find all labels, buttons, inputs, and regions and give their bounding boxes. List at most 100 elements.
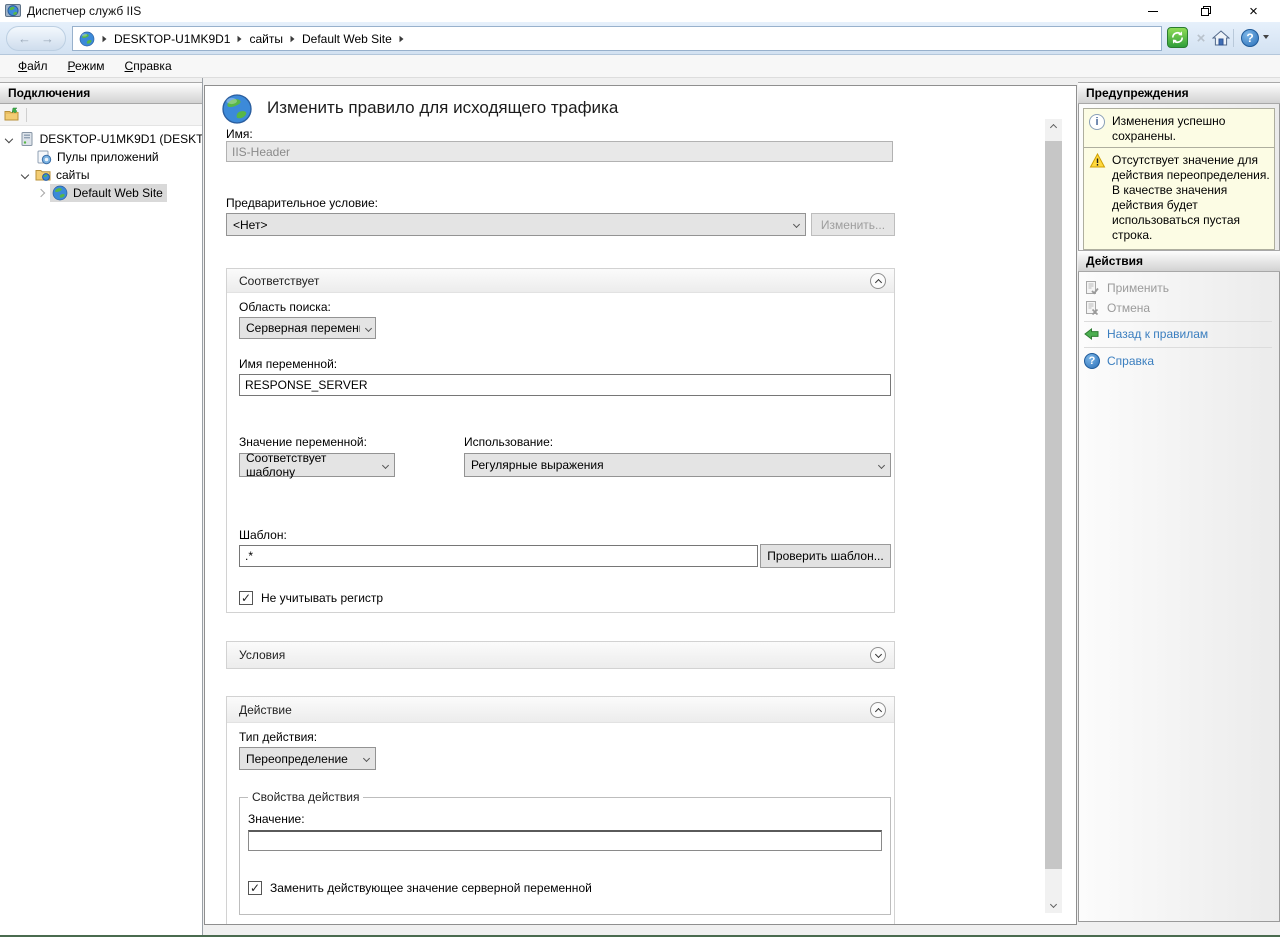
- forward-icon[interactable]: →: [41, 31, 54, 46]
- action-section: Действие Тип действия: Переопределение С…: [226, 696, 895, 925]
- action-type-value: Переопределение: [246, 752, 348, 766]
- application-pools-icon: [36, 149, 52, 165]
- edit-precondition-button: Изменить...: [811, 213, 895, 236]
- conditions-section-title: Условия: [239, 648, 285, 662]
- breadcrumb-sites[interactable]: сайты: [249, 32, 283, 46]
- scope-select[interactable]: Серверная переменн: [239, 317, 376, 339]
- ignore-case-label: Не учитывать регистр: [261, 591, 383, 605]
- close-icon: ×: [1249, 4, 1258, 19]
- pattern-label: Шаблон:: [239, 528, 287, 542]
- menu-help[interactable]: Справка: [115, 56, 182, 76]
- breadcrumb-site[interactable]: Default Web Site: [302, 32, 392, 46]
- address-bar[interactable]: DESKTOP-U1MK9D1 сайты Default Web Site: [72, 26, 1162, 51]
- right-panel: Предупреждения i Изменения успешно сохра…: [1078, 78, 1280, 935]
- action-properties-group: Свойства действия Значение: ✓ Заменить д…: [239, 797, 891, 915]
- help-icon: ?: [1241, 29, 1259, 47]
- chevron-down-icon: [363, 755, 370, 762]
- scroll-up-button[interactable]: [1045, 119, 1062, 136]
- match-section-header[interactable]: Соответствует: [227, 269, 894, 293]
- help-action[interactable]: ? Справка: [1084, 351, 1274, 370]
- page-title: Изменить правило для исходящего трафика: [267, 98, 618, 118]
- home-button[interactable]: [1210, 27, 1232, 49]
- tree-item-server[interactable]: DESKTOP-U1MK9D1 (DESKTOI: [0, 130, 202, 148]
- tree-item-sites[interactable]: сайты: [0, 166, 202, 184]
- server-icon: [19, 131, 35, 147]
- expand-button[interactable]: [870, 647, 886, 663]
- apply-icon: [1084, 280, 1100, 296]
- help-label: Справка: [1107, 354, 1154, 368]
- refresh-button[interactable]: [1167, 27, 1188, 48]
- collapse-button[interactable]: [870, 273, 886, 289]
- breadcrumb-arrow-icon[interactable]: [290, 35, 294, 41]
- breadcrumb-arrow-icon[interactable]: [399, 35, 403, 41]
- expander-expanded-icon[interactable]: [5, 135, 13, 143]
- title-bar: Диспетчер служб IIS ×: [0, 0, 1280, 22]
- back-icon[interactable]: ←: [18, 31, 31, 46]
- sites-folder-icon: [35, 167, 51, 183]
- site-globe-icon: [52, 185, 68, 201]
- scroll-down-button[interactable]: [1045, 896, 1062, 913]
- variable-name-input[interactable]: [239, 374, 891, 396]
- home-icon: [1212, 29, 1230, 47]
- restore-button[interactable]: [1183, 0, 1228, 22]
- app-icon: [5, 3, 21, 19]
- menu-file[interactable]: Файл: [8, 56, 58, 76]
- replace-value-checkbox[interactable]: ✓: [248, 881, 262, 895]
- breadcrumb-server[interactable]: DESKTOP-U1MK9D1: [114, 32, 230, 46]
- scope-label: Область поиска:: [239, 300, 331, 314]
- action-type-select[interactable]: Переопределение: [239, 747, 376, 770]
- action-section-header[interactable]: Действие: [227, 697, 894, 723]
- scrollbar-thumb[interactable]: [1045, 141, 1062, 869]
- precondition-select[interactable]: <Нет>: [226, 213, 806, 236]
- expander-expanded-icon[interactable]: [21, 171, 29, 179]
- tree-item-label: сайты: [56, 168, 90, 182]
- globe-icon: [79, 31, 95, 47]
- scope-value: Серверная переменн: [246, 321, 360, 335]
- help-button[interactable]: ?: [1239, 27, 1261, 49]
- using-value: Регулярные выражения: [471, 458, 604, 472]
- chevron-up-icon: [874, 707, 881, 714]
- tree-item-default-web-site[interactable]: Default Web Site: [0, 184, 202, 202]
- using-select[interactable]: Регулярные выражения: [464, 453, 891, 477]
- pattern-input[interactable]: [239, 545, 758, 567]
- connections-header: Подключения: [0, 82, 202, 104]
- action-section-title: Действие: [239, 703, 292, 717]
- edit-outbound-rule-panel: Изменить правило для исходящего трафика …: [204, 85, 1077, 925]
- chevron-up-icon: [874, 278, 881, 285]
- connections-sidebar: Подключения DESKTOP-U1MK9D1 (DESKTOI: [0, 78, 203, 935]
- stop-button: ×: [1190, 27, 1212, 49]
- name-label: Имя:: [226, 127, 253, 141]
- expander-collapsed-icon[interactable]: [37, 189, 45, 197]
- close-button[interactable]: ×: [1231, 0, 1276, 22]
- info-alert: i Изменения успешно сохранены.: [1083, 108, 1275, 151]
- back-to-rules-action[interactable]: Назад к правилам: [1084, 324, 1274, 343]
- info-alert-text: Изменения успешно сохранены.: [1112, 114, 1270, 144]
- actions-separator: [1084, 347, 1272, 348]
- minimize-button[interactable]: [1130, 0, 1175, 22]
- apply-action: Применить: [1084, 278, 1274, 297]
- connections-tree: DESKTOP-U1MK9D1 (DESKTOI Пулы приложений…: [0, 126, 202, 935]
- actions-separator: [1084, 321, 1272, 322]
- save-connection-icon[interactable]: [4, 107, 20, 123]
- conditions-section-header[interactable]: Условия: [227, 642, 894, 668]
- help-dropdown-icon[interactable]: [1263, 35, 1269, 39]
- tree-item-app-pools[interactable]: Пулы приложений: [0, 148, 202, 166]
- precondition-value: <Нет>: [233, 218, 267, 232]
- breadcrumb-arrow-icon[interactable]: [238, 35, 242, 41]
- vertical-scrollbar[interactable]: [1045, 119, 1062, 913]
- refresh-icon: [1170, 30, 1185, 45]
- variable-value-value: Соответствует шаблону: [246, 451, 377, 479]
- value-input[interactable]: [248, 830, 882, 851]
- tree-item-label: Пулы приложений: [57, 150, 159, 164]
- variable-value-select[interactable]: Соответствует шаблону: [239, 453, 395, 477]
- connections-toolbar: [0, 104, 202, 126]
- menu-view[interactable]: Режим: [58, 56, 115, 76]
- replace-value-label: Заменить действующее значение серверной …: [270, 881, 592, 895]
- collapse-button[interactable]: [870, 702, 886, 718]
- chevron-down-icon: [793, 221, 800, 228]
- cancel-label: Отмена: [1107, 301, 1150, 315]
- minimize-icon: [1148, 11, 1158, 12]
- ignore-case-checkbox[interactable]: ✓: [239, 591, 253, 605]
- conditions-section: Условия: [226, 641, 895, 669]
- test-pattern-button[interactable]: Проверить шаблон...: [760, 544, 891, 568]
